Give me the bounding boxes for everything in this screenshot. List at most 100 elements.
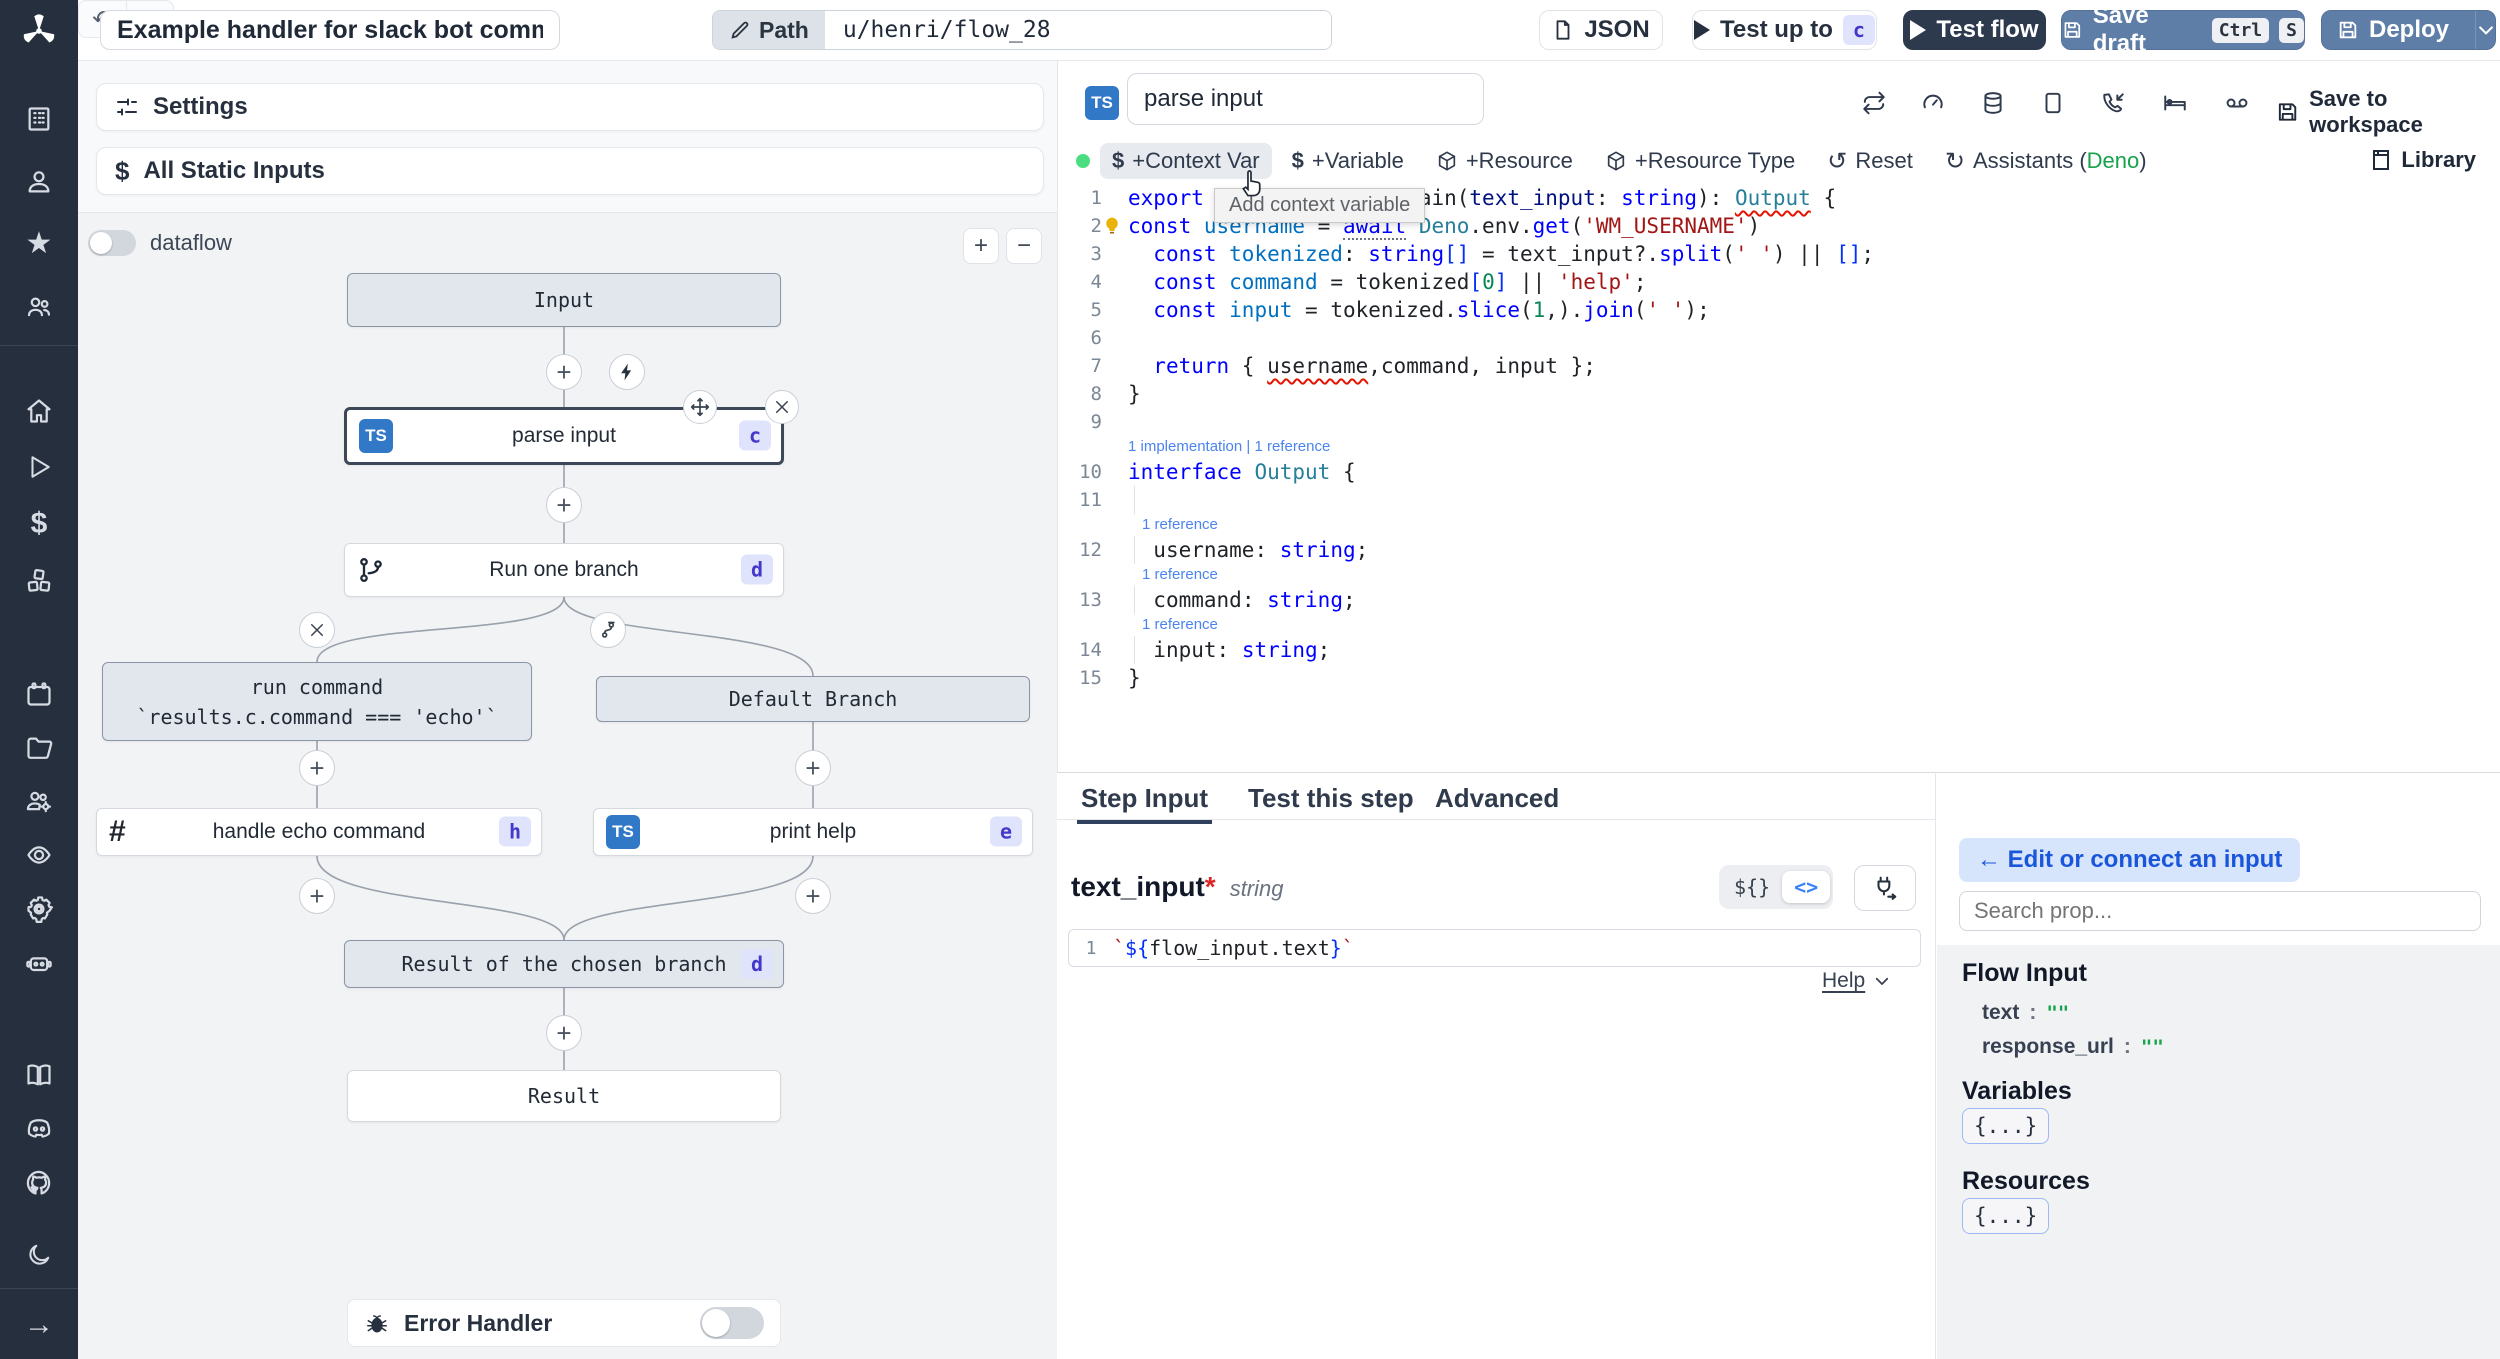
container-icon[interactable] (2036, 86, 2070, 120)
trigger-bolt-button[interactable] (609, 354, 645, 390)
add-step-button[interactable]: + (546, 354, 582, 390)
discord-icon[interactable] (0, 1104, 78, 1154)
codelens[interactable]: 1 implementation | 1 reference (1058, 436, 2500, 458)
resources-object-button[interactable]: {...} (1962, 1198, 2050, 1234)
settings-gear-icon[interactable] (0, 884, 78, 934)
windmill-logo-icon[interactable] (0, 6, 78, 56)
favorites-star-icon[interactable]: ★ (0, 219, 78, 269)
json-button[interactable]: JSON (1539, 10, 1663, 50)
gauge-icon[interactable] (1916, 86, 1950, 120)
dark-mode-moon-icon[interactable] (0, 1230, 78, 1280)
database-icon[interactable] (1976, 86, 2010, 120)
add-variable-button[interactable]: $ +Variable (1280, 143, 1416, 179)
flow-input-heading: Flow Input (1962, 959, 2087, 987)
flow-title-input[interactable] (100, 10, 560, 50)
save-draft-button[interactable]: Save draft Ctrl S (2061, 2, 2305, 57)
tab-step-input[interactable]: Step Input (1076, 783, 1213, 824)
collapse-arrow-icon[interactable]: → (0, 1300, 78, 1350)
node-branch-result[interactable]: Result of the chosen branch d (344, 940, 784, 988)
schedules-calendar-icon[interactable] (0, 669, 78, 719)
tab-test-this-step[interactable]: Test this step (1248, 783, 1414, 814)
library-button[interactable]: Library (2359, 142, 2486, 178)
remove-branch-button[interactable] (299, 612, 335, 648)
path-field[interactable]: Path u/henri/flow_28 (712, 10, 1332, 50)
step-name-input[interactable] (1127, 73, 1484, 125)
add-resource-type-button[interactable]: +Resource Type (1593, 143, 1807, 179)
deploy-button[interactable]: Deploy (2321, 10, 2496, 50)
test-flow-button[interactable]: Test flow (1903, 10, 2046, 50)
edit-or-connect-button[interactable]: ← Edit or connect an input (1959, 838, 2301, 882)
codelens[interactable]: 1 reference (1058, 514, 2500, 536)
workspace-icon[interactable] (0, 94, 78, 144)
search-prop-input[interactable] (1959, 891, 2481, 931)
prop-row-text[interactable]: text: "" (1982, 1001, 2069, 1025)
add-step-button[interactable]: + (299, 878, 335, 914)
delete-step-button[interactable] (765, 390, 799, 424)
all-static-inputs-button[interactable]: $ All Static Inputs (96, 147, 1044, 195)
code-editor[interactable]: 1export async function main(text_input: … (1058, 184, 2500, 772)
node-branch-condition[interactable]: run command `results.c.command === 'echo… (102, 662, 532, 741)
prop-row-response_url[interactable]: response_url: "" (1982, 1035, 2164, 1059)
dataflow-toggle[interactable] (88, 230, 136, 256)
docs-book-icon[interactable] (0, 1050, 78, 1100)
reset-button[interactable]: ↺ Reset (1815, 142, 1925, 181)
add-resource-button[interactable]: +Resource (1424, 143, 1585, 179)
flow-settings-button[interactable]: Settings (96, 83, 1044, 131)
assistants-button[interactable]: ↻ Assistants (Deno) (1933, 142, 2159, 181)
add-step-button[interactable]: + (795, 878, 831, 914)
repeat-icon[interactable] (1857, 86, 1891, 120)
variables-dollar-icon[interactable]: $ (0, 499, 78, 549)
input-expression-editor[interactable]: 1 `${flow_input.text}` (1068, 929, 1921, 967)
codelens[interactable]: 1 reference (1058, 564, 2500, 586)
refresh-icon: ↻ (1944, 147, 1965, 175)
play-icon (1694, 20, 1711, 40)
add-branch-button[interactable] (590, 612, 626, 648)
lightbulb-icon[interactable] (1102, 215, 1122, 243)
node-print-help[interactable]: TS print help e (593, 808, 1033, 856)
github-icon[interactable] (0, 1158, 78, 1208)
phone-incoming-icon[interactable] (2096, 86, 2130, 120)
add-step-button[interactable]: + (795, 750, 831, 786)
codelens[interactable]: 1 reference (1058, 614, 2500, 636)
tab-advanced[interactable]: Advanced (1435, 783, 1559, 814)
test-up-to-button[interactable]: Test up to c (1692, 10, 1877, 50)
deploy-main[interactable]: Deploy (2321, 11, 2465, 49)
workers-users-gear-icon[interactable] (0, 776, 78, 826)
node-handle-echo-command[interactable]: # handle echo command h (96, 808, 542, 856)
groups-icon[interactable] (0, 282, 78, 332)
expression-code: `${flow_input.text}` (1113, 936, 1354, 960)
home-icon[interactable] (0, 386, 78, 436)
bed-icon[interactable] (2158, 86, 2192, 120)
zoom-in-button[interactable]: + (963, 228, 999, 264)
zoom-out-button[interactable]: − (1006, 228, 1042, 264)
node-result[interactable]: Result (347, 1070, 781, 1122)
move-step-button[interactable] (683, 390, 717, 424)
node-run-one-branch[interactable]: Run one branch d (344, 543, 784, 597)
variables-object-button[interactable]: {...} (1962, 1108, 2050, 1144)
add-step-button[interactable]: + (546, 1015, 582, 1051)
folders-icon[interactable] (0, 723, 78, 773)
user-icon[interactable] (0, 157, 78, 207)
ai-robot-icon[interactable] (0, 938, 78, 988)
add-step-button[interactable]: + (299, 750, 335, 786)
code-mode-button[interactable]: <> (1782, 871, 1831, 903)
node-flow-input[interactable]: Input (347, 273, 781, 327)
add-step-button[interactable]: + (546, 487, 582, 523)
hash-icon: # (109, 815, 126, 848)
audit-eye-icon[interactable] (0, 830, 78, 880)
resources-cubes-icon[interactable] (0, 556, 78, 606)
save-to-workspace-button[interactable]: Save to workspace (2276, 86, 2500, 138)
node-default-branch[interactable]: Default Branch (596, 676, 1030, 722)
runs-play-icon[interactable] (0, 442, 78, 492)
help-link[interactable]: Help (1822, 969, 1891, 993)
mouse-cursor (1236, 164, 1266, 203)
path-label: Path (713, 11, 825, 49)
connect-input-button[interactable] (1854, 865, 1916, 911)
error-handler-toggle[interactable] (700, 1307, 764, 1339)
error-handler-bar[interactable]: Error Handler (347, 1299, 781, 1347)
deploy-dropdown-button[interactable] (2475, 11, 2496, 49)
node-parse-input[interactable]: TS parse input c (344, 407, 784, 465)
template-mode-button[interactable]: ${} (1722, 871, 1782, 903)
step-panel: Step Input Test this step Advanced text_… (1057, 772, 1935, 1359)
voicemail-icon[interactable] (2220, 86, 2254, 120)
